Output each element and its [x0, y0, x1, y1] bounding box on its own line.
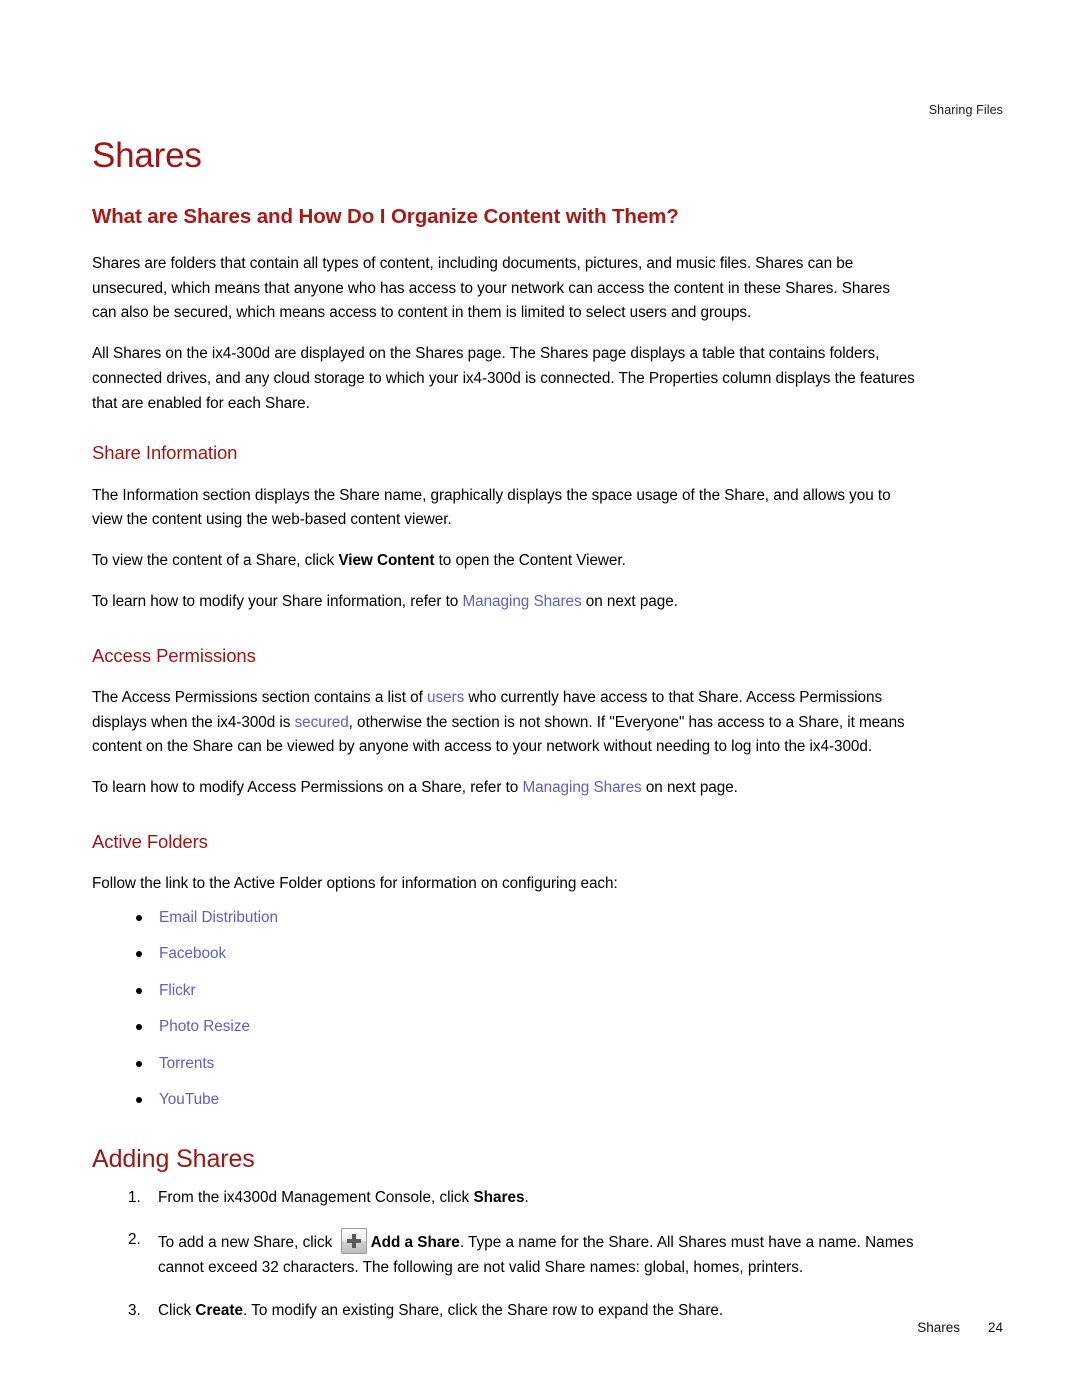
view-content-post-text: to open the Content Viewer.	[434, 552, 626, 570]
link-managing-shares-2[interactable]: Managing Shares	[522, 779, 641, 796]
link-flickr[interactable]: Flickr	[159, 982, 196, 999]
list-item[interactable]: Email Distribution	[92, 906, 915, 930]
bullet-dot-icon	[136, 987, 142, 994]
bullet-dot-icon	[136, 914, 142, 921]
list-item[interactable]: Facebook	[92, 942, 915, 966]
step-2-add-a-share-label[interactable]: Add a Share	[371, 1234, 460, 1251]
access-permissions-text-part-1: The Access Permissions section contains …	[92, 688, 428, 706]
step-number: 2.	[128, 1231, 141, 1249]
step-3-pre-text: Click	[158, 1301, 196, 1319]
view-content-button-label[interactable]: View Content	[338, 552, 434, 569]
refer-pre-text: To learn how to modify your Share inform…	[92, 592, 463, 610]
list-item[interactable]: Flickr	[92, 979, 915, 1003]
page-footer: Shares 24	[0, 1320, 1080, 1335]
sub-heading-share-information: Share Information	[92, 442, 238, 464]
share-information-refer-line: To learn how to modify your Share inform…	[92, 590, 915, 615]
bullet-dot-icon	[136, 951, 142, 958]
link-managing-shares-1[interactable]: Managing Shares	[462, 593, 581, 610]
link-secured[interactable]: secured	[295, 714, 349, 731]
footer-section-label: Shares	[917, 1320, 960, 1335]
section-heading-overview: What are Shares and How Do I Organize Co…	[92, 205, 679, 229]
link-torrents[interactable]: Torrents	[159, 1055, 214, 1072]
access-permissions-refer-line: To learn how to modify Access Permission…	[92, 776, 915, 801]
share-information-paragraph: The Information section displays the Sha…	[92, 486, 891, 529]
sub-heading-access-permissions: Access Permissions	[92, 644, 256, 666]
step-2-pre-text: To add a new Share, click	[158, 1234, 337, 1252]
overview-paragraph-1: Shares are folders that contain all type…	[92, 254, 890, 322]
list-item: 1. From the ix4300d Management Console, c…	[92, 1186, 915, 1211]
link-users[interactable]: users	[427, 689, 464, 706]
running-header: Sharing Files	[928, 103, 1003, 117]
step-1-post-text: .	[524, 1188, 529, 1206]
plus-icon[interactable]	[340, 1228, 367, 1255]
sub-heading-active-folders: Active Folders	[92, 830, 208, 852]
active-folders-intro: Follow the link to the Active Folder opt…	[92, 875, 618, 893]
step-3-post-text: . To modify an existing Share, click the…	[243, 1301, 724, 1319]
step-1-shares-label[interactable]: Shares	[473, 1189, 524, 1206]
link-youtube[interactable]: YouTube	[159, 1091, 219, 1108]
bullet-dot-icon	[136, 1024, 142, 1031]
list-item[interactable]: Torrents	[92, 1052, 915, 1076]
document-page: Sharing Files Shares What are Shares and…	[0, 0, 1080, 1397]
refer-pre-text-2: To learn how to modify Access Permission…	[92, 779, 523, 797]
step-3-create-label[interactable]: Create	[195, 1302, 243, 1319]
bullet-dot-icon	[136, 1097, 142, 1104]
view-content-pre-text: To view the content of a Share, click	[92, 552, 339, 570]
step-number: 1.	[128, 1188, 141, 1206]
overview-paragraph-2: All Shares on the ix4-300d are displayed…	[92, 345, 915, 412]
document-content: Shares What are Shares and How Do I Orga…	[92, 136, 915, 1324]
list-item[interactable]: Photo Resize	[92, 1015, 915, 1039]
view-content-instruction: To view the content of a Share, click Vi…	[92, 549, 915, 574]
adding-shares-steps: 1. From the ix4300d Management Console, c…	[92, 1186, 915, 1324]
list-item[interactable]: YouTube	[92, 1088, 915, 1112]
link-facebook[interactable]: Facebook	[159, 945, 226, 962]
active-folders-list: Email Distribution Facebook Flickr Photo…	[92, 906, 915, 1113]
refer-post-text: on next page.	[581, 592, 678, 610]
access-permissions-paragraph: The Access Permissions section contains …	[92, 686, 915, 760]
footer-page-number: 24	[987, 1320, 1003, 1335]
list-item: 2. To add a new Share, click Add a Share.…	[92, 1228, 915, 1281]
refer-post-text-2: on next page.	[641, 779, 738, 797]
link-photo-resize[interactable]: Photo Resize	[159, 1018, 250, 1035]
step-1-pre-text: From the ix4300d Management Console, cli…	[158, 1188, 474, 1206]
bullet-dot-icon	[136, 1060, 142, 1067]
section-heading-adding-shares: Adding Shares	[92, 1144, 255, 1173]
link-email-distribution[interactable]: Email Distribution	[159, 909, 278, 926]
page-title: Shares	[92, 136, 202, 175]
